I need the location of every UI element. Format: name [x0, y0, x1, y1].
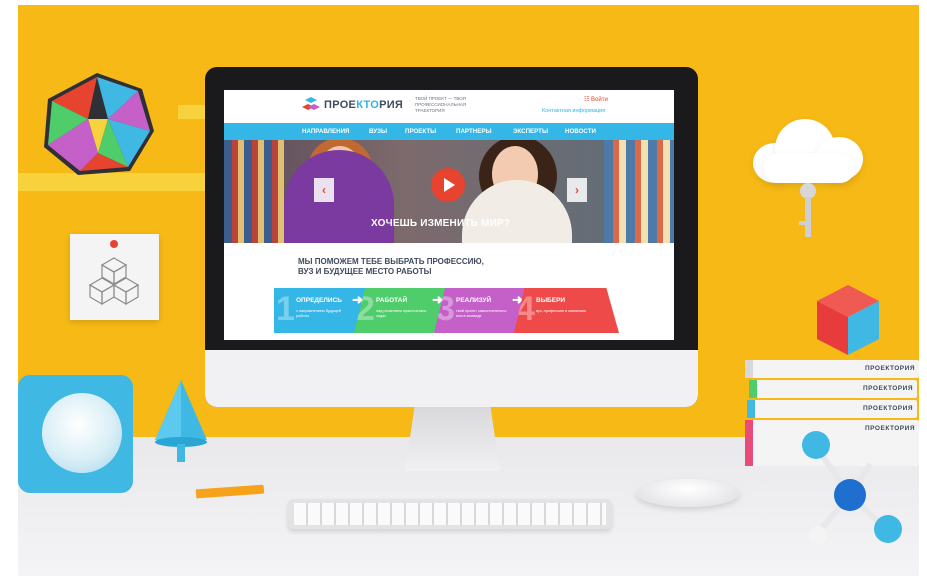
step-2[interactable]: 2 РАБОТАЙ над решением практических задач ➜	[354, 288, 446, 333]
book-2-label: ПРОЕКТОРИЯ	[863, 385, 913, 392]
student-left	[284, 150, 394, 243]
nav-item-directions[interactable]: НАПРАВЛЕНИЯ	[302, 128, 350, 135]
site-header: ПРОЕКТОРИЯ ТВОЙ ПРОЕКТ — ТВОЯ ПРОФЕССИОН…	[224, 90, 674, 123]
blue-speaker	[18, 375, 133, 493]
nav-item-experts[interactable]: ЭКСПЕРТЫ	[513, 128, 548, 135]
book-1: ПРОЕКТОРИЯ	[745, 360, 919, 378]
monitor-chin	[205, 350, 698, 407]
blue-tree	[155, 380, 207, 462]
slider-prev-button[interactable]: ‹	[314, 178, 334, 202]
monitor-stand	[405, 407, 500, 471]
website-screen: ПРОЕКТОРИЯ ТВОЙ ПРОЕКТ — ТВОЯ ПРОФЕССИОН…	[224, 90, 674, 340]
speaker-dial	[42, 393, 122, 473]
key-icon	[799, 183, 816, 237]
book-3: ПРОЕКТОРИЯ	[747, 400, 917, 418]
steps-banner: 1 ОПРЕДЕЛИСЬ с направлением будущей работы…	[274, 288, 619, 333]
contact-link[interactable]: Контактная информация	[542, 108, 605, 114]
step-3[interactable]: 3 РЕАЛИЗУЙ твой проект самостоятельно или …	[434, 288, 526, 333]
red-cube	[817, 285, 879, 355]
login-link[interactable]: ☷ Войти	[584, 96, 608, 103]
molecule-model	[802, 431, 902, 544]
book-1-label: ПРОЕКТОРИЯ	[865, 365, 915, 372]
nav-item-universities[interactable]: ВУЗЫ	[369, 128, 387, 135]
step-4[interactable]: 4 ВЫБЕРИ вуз, профессию и компанию	[514, 288, 619, 333]
cubes-icon	[88, 257, 140, 306]
play-button[interactable]	[431, 168, 465, 202]
main-nav: НАПРАВЛЕНИЯ ВУЗЫ ПРОЕКТЫ ПАРТНЕРЫ ЭКСПЕР…	[224, 123, 674, 140]
nav-item-partners[interactable]: ПАРТНЕРЫ	[456, 128, 492, 135]
cloud-decoration	[743, 115, 873, 185]
site-tagline: ТВОЙ ПРОЕКТ — ТВОЯ ПРОФЕССИОНАЛЬНАЯ ТРАЕ…	[415, 96, 467, 113]
hero-slider: ‹ › ХОЧЕШЬ ИЗМЕНИТЬ МИР?	[224, 140, 674, 243]
site-logo[interactable]: ПРОЕКТОРИЯ	[324, 99, 403, 111]
slogan: МЫ ПОМОЖЕМ ТЕБЕ ВЫБРАТЬ ПРОФЕССИЮ, ВУЗ И…	[298, 257, 484, 276]
mouse	[636, 479, 740, 507]
student-right	[462, 180, 572, 243]
step-1[interactable]: 1 ОПРЕДЕЛИСЬ с направлением будущей работы…	[274, 288, 366, 333]
hero-title: ХОЧЕШЬ ИЗМЕНИТЬ МИР?	[371, 218, 511, 229]
logo-icon	[302, 97, 320, 110]
book-3-label: ПРОЕКТОРИЯ	[863, 405, 913, 412]
colorful-polyhedron	[44, 73, 154, 175]
book-2: ПРОЕКТОРИЯ	[749, 380, 917, 398]
keyboard	[288, 499, 612, 529]
slider-next-button[interactable]: ›	[567, 178, 587, 202]
nav-item-projects[interactable]: ПРОЕКТЫ	[405, 128, 436, 135]
pinned-card	[70, 234, 159, 320]
nav-item-news[interactable]: НОВОСТИ	[565, 128, 596, 135]
